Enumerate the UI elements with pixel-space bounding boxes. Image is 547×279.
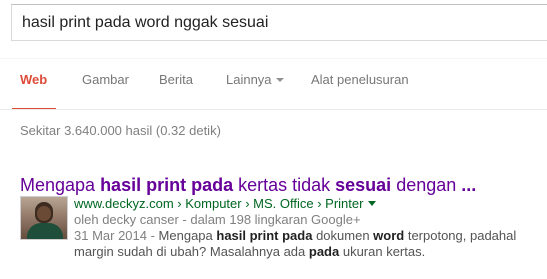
tab-web[interactable]: Web xyxy=(12,72,57,110)
caret-down-icon[interactable] xyxy=(368,201,377,206)
tab-gambar-label: Gambar xyxy=(82,72,129,87)
snippet-highlight: pada xyxy=(308,244,340,259)
snippet-date: 31 Mar 2014 - xyxy=(74,228,159,243)
title-part: Mengapa xyxy=(20,175,101,195)
tab-lainnya[interactable]: Lainnya xyxy=(226,72,284,110)
title-highlight: hasil print pada xyxy=(100,175,234,195)
tab-berita[interactable]: Berita xyxy=(159,72,193,110)
snippet-text: dokumen xyxy=(312,228,374,243)
author-circles: - dalam 198 lingkaran Google+ xyxy=(178,212,361,227)
search-result: Mengapa hasil print pada kertas tidak se… xyxy=(20,174,547,259)
result-url[interactable]: www.deckyz.com › Komputer › MS. Office ›… xyxy=(74,196,363,211)
result-body: www.deckyz.com › Komputer › MS. Office ›… xyxy=(74,196,544,260)
result-title-link[interactable]: Mengapa hasil print pada kertas tidak se… xyxy=(20,174,547,196)
author-name-link[interactable]: decky canser xyxy=(102,212,179,227)
tab-web-label: Web xyxy=(20,72,48,87)
author-photo-face xyxy=(37,206,51,221)
title-part: kertas tidak xyxy=(233,175,336,195)
tabs-border xyxy=(0,109,547,110)
title-highlight: sesuai xyxy=(335,175,392,195)
result-url-line: www.deckyz.com › Komputer › MS. Office ›… xyxy=(74,196,544,212)
snippet-text: ukuran kertas. xyxy=(339,244,426,259)
tab-lainnya-label: Lainnya xyxy=(226,72,272,87)
snippet-text: Mengapa xyxy=(158,228,217,243)
tab-alat-penelusuran-label: Alat penelusuran xyxy=(311,72,409,87)
chevron-down-icon xyxy=(275,78,284,82)
title-highlight: ... xyxy=(461,175,477,195)
snippet-highlight: hasil print pada xyxy=(216,228,313,243)
search-box[interactable] xyxy=(11,4,547,41)
tab-gambar[interactable]: Gambar xyxy=(82,72,129,110)
author-photo-body xyxy=(27,223,63,239)
result-stats: Sekitar 3.640.000 hasil (0.32 detik) xyxy=(20,123,221,138)
result-snippet: 31 Mar 2014 - Mengapa hasil print pada d… xyxy=(74,228,544,260)
title-part: dengan xyxy=(391,175,462,195)
tab-berita-label: Berita xyxy=(159,72,193,87)
snippet-highlight: word xyxy=(373,228,405,243)
author-thumbnail[interactable] xyxy=(20,196,68,240)
search-tabs: Web Gambar Berita Lainnya Alat penelusur… xyxy=(0,72,547,110)
search-input[interactable] xyxy=(22,13,542,33)
tab-alat-penelusuran[interactable]: Alat penelusuran xyxy=(311,72,409,110)
author-line: oleh decky canser - dalam 198 lingkaran … xyxy=(74,212,544,228)
author-prefix: oleh xyxy=(74,212,103,227)
header-divider xyxy=(0,58,547,59)
